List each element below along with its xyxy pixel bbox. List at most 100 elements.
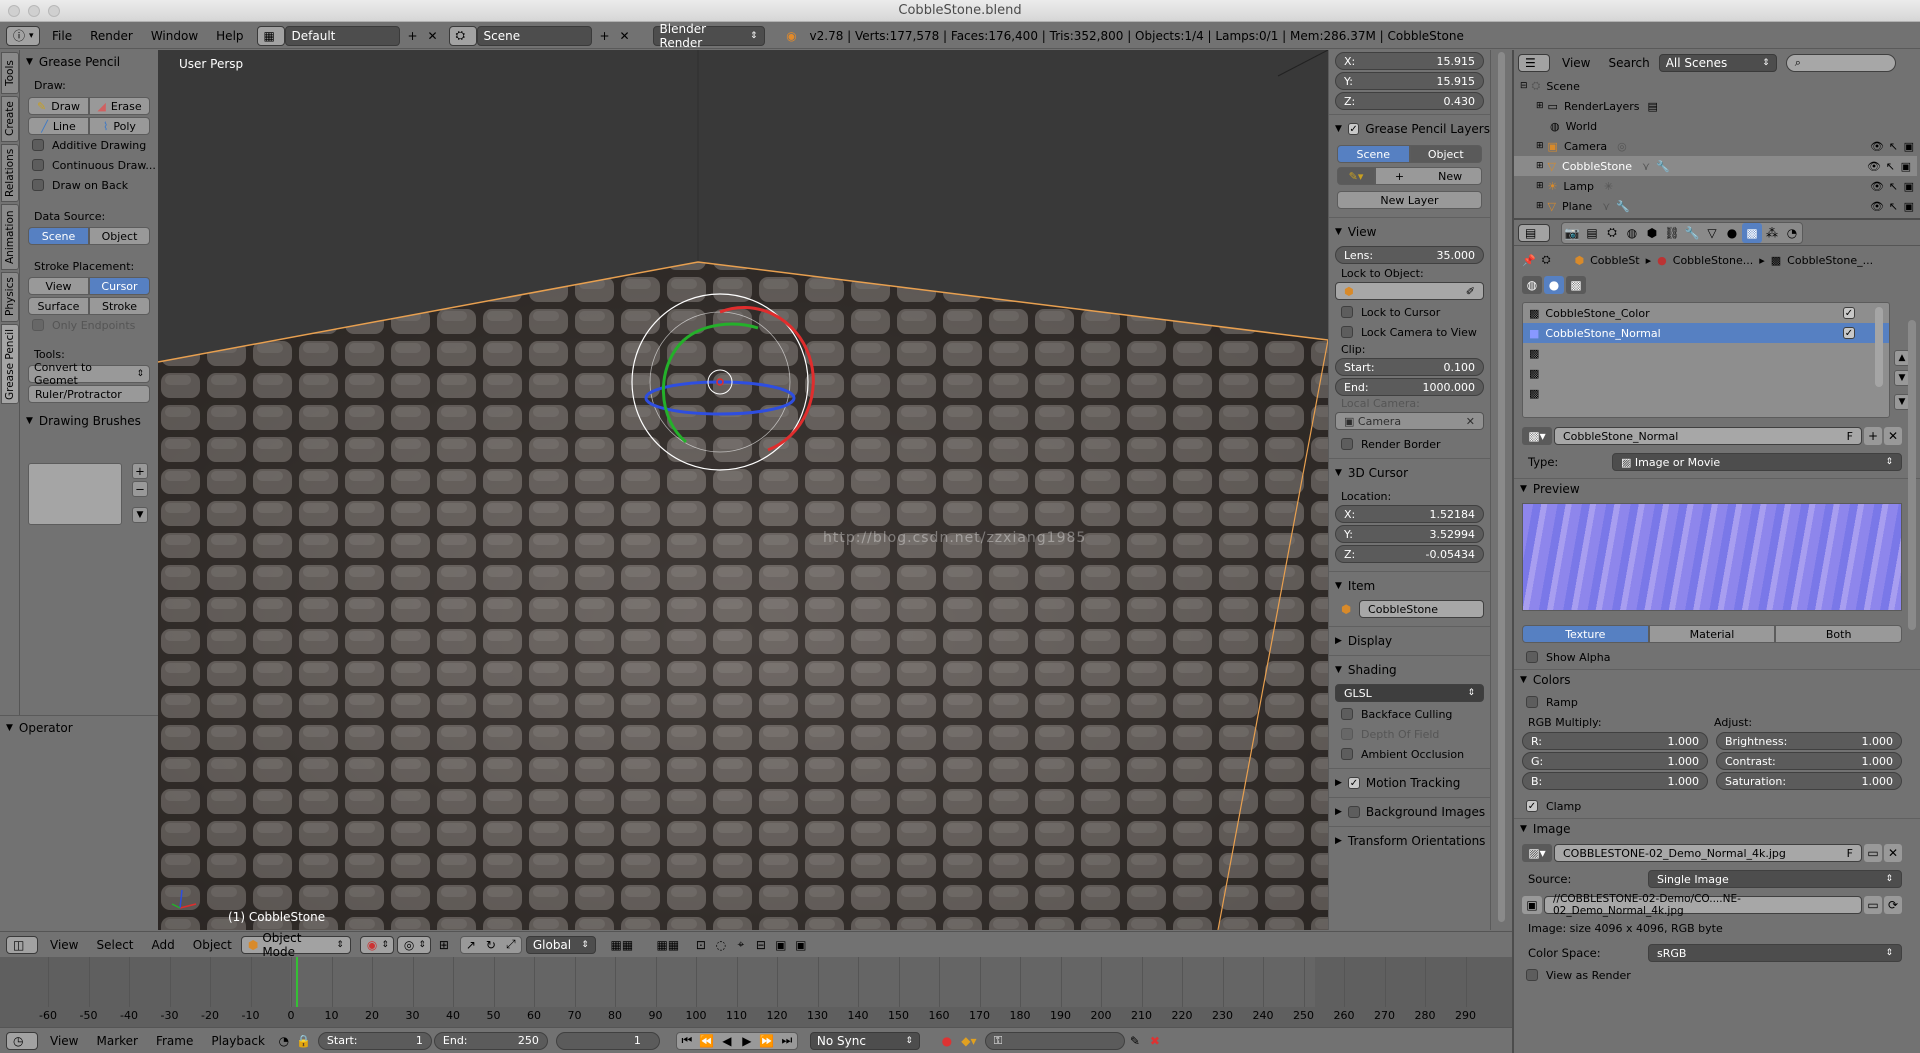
data-tab-icon[interactable]: ▽	[1702, 223, 1722, 243]
outliner-row-world[interactable]: ◍ World	[1514, 116, 1920, 136]
motion-tracking-panel-header[interactable]: ▶ ✓ Motion Tracking	[1329, 773, 1490, 793]
show-alpha-checkbox[interactable]: Show Alpha	[1514, 647, 1920, 667]
render-camera-icon[interactable]: ▣	[1904, 200, 1914, 213]
view-as-render-checkbox[interactable]: View as Render	[1514, 965, 1920, 985]
only-endpoints-checkbox[interactable]: Only Endpoints	[20, 315, 158, 335]
viewport-select-menu[interactable]: Select	[87, 938, 142, 952]
lock-layers-icon[interactable]: ⊡	[691, 935, 711, 955]
select-arrow-icon[interactable]: ↖	[1889, 140, 1898, 153]
eyedropper-icon[interactable]: ✐	[1466, 285, 1475, 298]
opengl-animation-icon[interactable]: ▣	[791, 935, 811, 955]
menu-file[interactable]: File	[43, 29, 81, 43]
draw-on-back-checkbox[interactable]: Draw on Back	[20, 175, 158, 195]
line-button[interactable]: ╱ Line	[28, 117, 89, 135]
opengl-render-icon[interactable]: ▣	[771, 935, 791, 955]
image-browse-icon[interactable]: ▨▾	[1522, 844, 1552, 862]
render-engine-select[interactable]: Blender Render ⇕	[652, 22, 765, 50]
outliner-row-camera[interactable]: ⊞ ▣ Camera ◎ 👁 ↖ ▣	[1514, 136, 1920, 156]
viewport-shading-select[interactable]: ◉ ⇕	[359, 935, 394, 954]
timeline[interactable]: -60 -50 -40 -30 -20 -10 0 10 20 30 40 50 60 70 80 90 100…	[0, 957, 1512, 1027]
local-camera-field[interactable]: ▣ Camera ✕	[1335, 412, 1484, 430]
layers-icon[interactable]: ▦▦	[599, 935, 645, 955]
play-icon[interactable]: ▶	[737, 1033, 757, 1049]
render-layers-tab-icon[interactable]: ▤	[1582, 223, 1602, 243]
properties-scrollbar[interactable]	[1908, 320, 1916, 630]
location-z-field[interactable]: Z: 0.430	[1335, 92, 1484, 110]
properties-editor-type-icon[interactable]: ▤	[1518, 223, 1550, 242]
select-arrow-icon[interactable]: ↖	[1886, 160, 1895, 173]
current-frame-field[interactable]: 1	[555, 1031, 660, 1050]
reload-icon[interactable]: ⟳	[1884, 896, 1902, 914]
menu-help[interactable]: Help	[207, 29, 252, 43]
rgb-g-field[interactable]: G: 1.000	[1522, 752, 1708, 770]
start-frame-field[interactable]: Start: 1	[317, 1031, 432, 1050]
outliner-row-plane[interactable]: ⊞ ▽ Plane ⋎ 🔧 👁 ↖ ▣	[1514, 196, 1920, 216]
image-open-icon[interactable]: ▭	[1864, 844, 1882, 862]
scale-manipulator-icon[interactable]: ⤢	[501, 937, 521, 953]
brush-add-icon[interactable]: +	[132, 463, 148, 479]
brush-menu-icon[interactable]: ▼	[132, 507, 148, 523]
gp-new-button[interactable]: + New	[1375, 167, 1482, 185]
additive-drawing-checkbox[interactable]: Additive Drawing	[20, 135, 158, 155]
translate-manipulator-icon[interactable]: ↗	[461, 937, 481, 953]
render-border-checkbox[interactable]: Render Border	[1329, 434, 1490, 454]
texture-browse-icon[interactable]: ▩▾	[1522, 427, 1552, 445]
transform-orientations-panel-header[interactable]: ▶ Transform Orientations	[1329, 831, 1490, 851]
lens-field[interactable]: Lens: 35.000	[1335, 246, 1484, 264]
keyframe-icon[interactable]: ◆▾	[959, 1031, 979, 1051]
convert-to-geometry-button[interactable]: Convert to Geomet ⇕	[28, 361, 150, 387]
preview-material-button[interactable]: Material	[1648, 625, 1776, 643]
keying-set-field[interactable]: ⚿	[984, 1031, 1125, 1050]
timeline-playback-menu[interactable]: Playback	[202, 1034, 274, 1048]
pack-icon[interactable]: ▣	[1522, 896, 1542, 914]
proportional-edit-icon[interactable]: ◌	[711, 935, 731, 955]
new-layer-button[interactable]: New Layer	[1337, 191, 1482, 209]
visibility-eye-icon[interactable]: 👁	[1870, 200, 1884, 213]
viewport-editor-type-icon[interactable]: ◫	[6, 935, 38, 954]
saturation-field[interactable]: Saturation: 1.000	[1716, 772, 1902, 790]
scene-select[interactable]: Scene	[476, 25, 592, 46]
lock-object-field[interactable]: ⬢ ✐	[1335, 282, 1484, 300]
current-frame-indicator[interactable]	[296, 957, 298, 1007]
outliner-row-renderlayers[interactable]: ⊞ ▭ RenderLayers ▤	[1514, 96, 1920, 116]
visibility-eye-icon[interactable]: 👁	[1867, 160, 1881, 173]
cursor-x-field[interactable]: X: 1.52184	[1335, 505, 1484, 523]
texture-slot-empty[interactable]: ▩	[1523, 363, 1889, 383]
sync-mode-select[interactable]: No Sync ⇕	[809, 1031, 920, 1050]
background-images-panel-header[interactable]: ▶ Background Images	[1329, 802, 1490, 822]
gp-layers-object-button[interactable]: Object	[1409, 145, 1482, 163]
layers-icon[interactable]: ▦▦	[645, 935, 691, 955]
ambient-occlusion-checkbox[interactable]: Ambient Occlusion	[1329, 744, 1490, 764]
texture-slot-normal[interactable]: ■ CobbleStone_Normal ✓	[1523, 323, 1889, 343]
outliner-row-lamp[interactable]: ⊞ ☀ Lamp ✳ 👁 ↖ ▣	[1514, 176, 1920, 196]
snap-toggle-icon[interactable]: ⌖	[731, 935, 751, 955]
display-panel-header[interactable]: ▶ Display	[1329, 631, 1490, 651]
snap-element-icon[interactable]: ⊟	[751, 935, 771, 955]
viewport-add-menu[interactable]: Add	[143, 938, 184, 952]
particles-tab-icon[interactable]: ⁂	[1762, 223, 1782, 243]
play-reverse-icon[interactable]: ◀	[717, 1033, 737, 1049]
3d-viewport[interactable]: User Persp (1) CobbleStone http://blog.c…	[158, 50, 1328, 930]
rgb-b-field[interactable]: B: 1.000	[1522, 772, 1708, 790]
preview-texture-button[interactable]: Texture	[1522, 625, 1649, 643]
breadcrumb-material[interactable]: CobbleStone...	[1673, 254, 1753, 267]
shading-mode-select[interactable]: GLSL ⇕	[1335, 684, 1484, 702]
gp-layers-scene-button[interactable]: Scene	[1337, 145, 1410, 163]
ramp-checkbox[interactable]: Ramp	[1514, 692, 1920, 712]
constraints-tab-icon[interactable]: ⛓	[1662, 223, 1682, 243]
clip-start-field[interactable]: Start: 0.100	[1335, 358, 1484, 376]
gp-datablock-icon[interactable]: ✎▾	[1337, 167, 1375, 185]
render-camera-icon[interactable]: ▣	[1904, 180, 1914, 193]
menu-render[interactable]: Render	[81, 29, 142, 43]
material-tab-icon[interactable]: ●	[1722, 223, 1742, 243]
texture-unlink-icon[interactable]: ✕	[1884, 427, 1902, 445]
timeline-frame-menu[interactable]: Frame	[147, 1034, 202, 1048]
texture-slot-empty[interactable]: ▩	[1523, 383, 1889, 403]
poly-button[interactable]: ⌇ Poly	[89, 117, 150, 135]
preview-panel-header[interactable]: ▼ Preview	[1514, 479, 1920, 499]
cursor-z-field[interactable]: Z: -0.05434	[1335, 545, 1484, 563]
record-icon[interactable]: ●	[937, 1031, 957, 1051]
scene-tab-icon[interactable]: ⛭	[1602, 223, 1622, 243]
pivot-point-select[interactable]: ◎ ⇕	[396, 935, 431, 954]
item-name-field[interactable]: CobbleStone	[1359, 600, 1484, 618]
